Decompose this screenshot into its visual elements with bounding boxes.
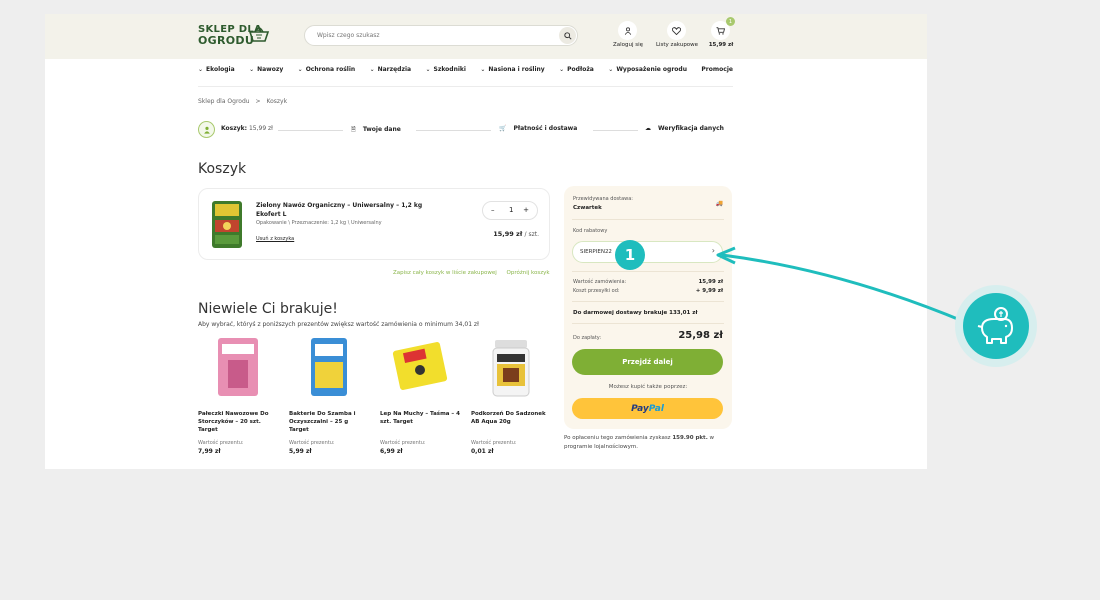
piggy-bank-icon [955, 285, 1037, 367]
annotation-marker: 1 [615, 240, 645, 270]
annotation-arrow [716, 246, 966, 324]
piggy-bank-graphic [977, 307, 1013, 344]
